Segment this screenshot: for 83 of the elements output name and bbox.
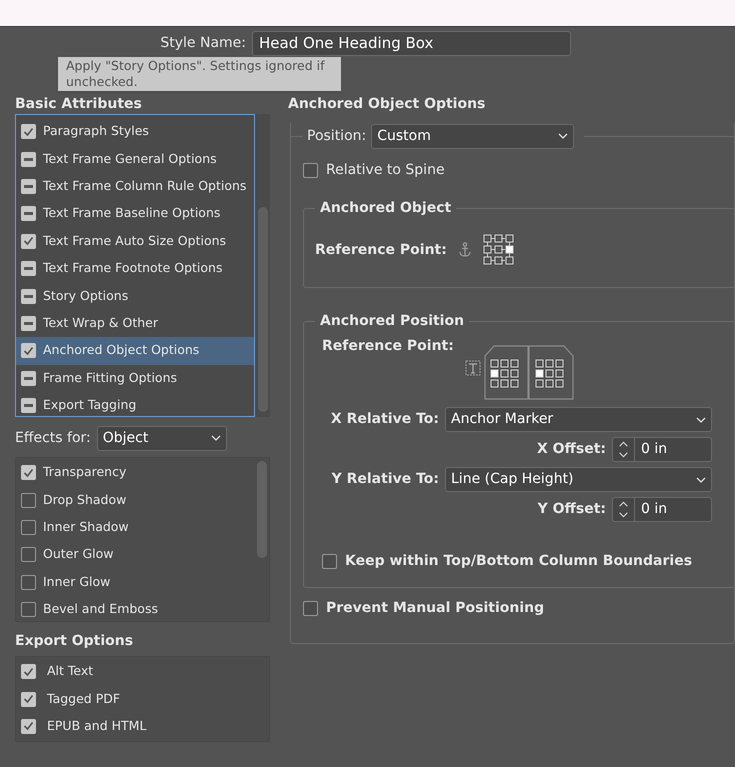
chevron-icon — [558, 133, 568, 139]
list-item[interactable]: Story Options — [16, 282, 254, 310]
chevron-icon — [696, 476, 706, 482]
checkbox[interactable] — [21, 316, 36, 331]
option-label: Drop Shadow — [43, 490, 126, 509]
list-item[interactable]: Text Frame Footnote Options — [16, 254, 254, 282]
checkbox[interactable] — [303, 601, 318, 616]
option-label: Inner Shadow — [43, 518, 129, 536]
list-item[interactable]: Text Frame Auto Size Options — [16, 228, 254, 255]
style-name-field[interactable]: Head One Heading Box — [252, 30, 571, 56]
checkbox[interactable] — [21, 664, 36, 680]
text-anchor-icon — [465, 360, 481, 376]
checkmark-icon — [23, 694, 34, 704]
checkmark-icon — [23, 346, 34, 356]
field-label: Style Name: — [159, 34, 247, 52]
field-label: X Relative To: — [330, 410, 439, 429]
checkbox[interactable] — [21, 718, 36, 734]
checkmark-icon — [23, 721, 34, 732]
option-label: Prevent Manual Positioning — [326, 599, 544, 618]
list-item[interactable]: Paragraph Styles — [16, 118, 254, 146]
checkbox[interactable] — [21, 547, 36, 562]
list-item[interactable]: Frame Fitting Options — [16, 364, 254, 392]
checkbox[interactable] — [21, 234, 36, 249]
checkbox[interactable] — [21, 520, 36, 535]
section-title: Anchored Object Options — [288, 95, 486, 113]
section-title: Export Options — [15, 632, 134, 650]
checkbox[interactable] — [322, 554, 337, 569]
checkbox[interactable] — [303, 163, 318, 178]
checkbox[interactable] — [21, 261, 36, 276]
dropdown[interactable]: Line (Cap Height) — [445, 467, 712, 492]
group-title: Anchored Object — [315, 199, 456, 217]
list-item[interactable]: Text Frame Baseline Options — [16, 200, 254, 228]
section-title: Basic Attributes — [15, 95, 143, 113]
checkbox[interactable] — [21, 124, 36, 140]
checkbox[interactable] — [21, 492, 36, 508]
checkbox[interactable] — [21, 152, 36, 167]
field-label: Effects for: — [15, 428, 91, 448]
option-label: Bevel and Emboss — [43, 600, 158, 618]
list-item[interactable]: Anchored Object Options — [16, 337, 254, 365]
option-label: Transparency — [43, 463, 126, 482]
chevron-icon — [696, 416, 706, 422]
field-label: Y Relative To: — [330, 470, 439, 489]
checkmark-icon — [23, 236, 34, 246]
checkbox[interactable] — [21, 206, 36, 222]
checkbox[interactable] — [21, 178, 36, 194]
scrollbar[interactable] — [255, 114, 270, 417]
offset-field[interactable]: 0 in — [612, 497, 712, 522]
dropdown[interactable]: Anchor Marker — [445, 407, 712, 432]
tooltip: Apply "Story Options". Settings ignored if unchecked. — [58, 57, 341, 91]
checkbox[interactable] — [21, 370, 36, 386]
anchor-icon — [458, 242, 471, 258]
page-spread-grid[interactable] — [484, 344, 574, 400]
checkmark-icon — [23, 666, 34, 677]
field-label: Reference Point: — [315, 240, 447, 260]
checkbox[interactable] — [21, 692, 36, 707]
checkbox[interactable] — [21, 574, 36, 590]
option-label: Outer Glow — [43, 545, 114, 564]
field-label: Y Offset: — [538, 500, 606, 519]
effects-dropdown[interactable]: Object — [96, 426, 227, 450]
checkbox[interactable] — [21, 288, 36, 304]
offset-field[interactable]: 0 in — [612, 437, 712, 462]
option-label: EPUB and HTML — [47, 717, 146, 736]
list-item[interactable]: Text Wrap & Other — [16, 310, 254, 338]
field-label: X Offset: — [536, 440, 606, 459]
list-item[interactable]: Text Frame Column Rule Options — [16, 172, 254, 200]
option-label: Tagged PDF — [47, 690, 120, 708]
position-dropdown[interactable]: Custom — [371, 124, 574, 148]
checkbox[interactable] — [21, 602, 36, 618]
option-label: Alt Text — [47, 662, 94, 680]
reference-point-grid[interactable] — [482, 234, 515, 266]
option-label: Relative to Spine — [326, 161, 445, 180]
option-label: Keep within Top/Bottom Column Boundaries — [345, 552, 692, 571]
checkbox[interactable] — [21, 465, 36, 480]
checkbox[interactable] — [21, 398, 36, 414]
option-label: Inner Glow — [43, 572, 110, 591]
checkbox[interactable] — [21, 343, 36, 358]
list-item[interactable]: Export Tagging — [16, 392, 254, 416]
chevron-icon — [210, 435, 221, 441]
list-item[interactable]: Text Frame General Options — [16, 145, 254, 173]
field-label: Reference Point: — [322, 337, 454, 354]
checkmark-icon — [23, 468, 34, 478]
field-label: Position: — [307, 126, 366, 146]
checkmark-icon — [23, 126, 34, 137]
